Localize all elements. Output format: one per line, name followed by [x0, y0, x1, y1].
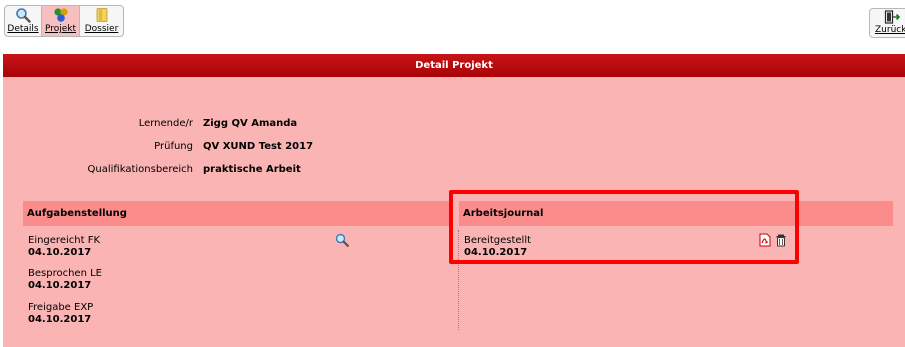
tab-dossier[interactable]: Dossier — [80, 5, 124, 37]
field-row: Qualifikationsbereich praktische Arbeit — [3, 164, 301, 180]
field-key: Lernende/r — [138, 118, 193, 129]
list-item: Eingereicht FK 04.10.2017 — [28, 235, 100, 259]
tab-details-label: Details — [7, 24, 39, 34]
list-item: Freigabe EXP 04.10.2017 — [28, 302, 93, 326]
item-date: 04.10.2017 — [28, 280, 92, 291]
exit-icon — [884, 10, 900, 24]
field-value: praktische Arbeit — [203, 164, 301, 175]
back-label: Zurück — [875, 25, 905, 35]
field-key: Qualifikationsbereich — [87, 164, 193, 175]
field-row: Lernende/r Zigg QV Amanda — [3, 118, 297, 134]
field-value: QV XUND Test 2017 — [203, 141, 314, 152]
detail-panel: Detail Projekt Lernende/r Zigg QV Amanda… — [3, 54, 905, 347]
aufgabenstellung-header: Aufgabenstellung — [23, 201, 451, 226]
magnifier-icon — [16, 8, 31, 23]
item-label: Eingereicht FK — [28, 235, 101, 246]
field-value: Zigg QV Amanda — [203, 118, 298, 129]
project-icon — [53, 8, 68, 22]
highlight-box — [449, 190, 799, 264]
item-label: Freigabe EXP — [28, 302, 94, 313]
list-item: Besprochen LE 04.10.2017 — [28, 268, 102, 292]
toolbar: Details Projekt Dossier — [4, 5, 124, 37]
item-date: 04.10.2017 — [28, 247, 92, 258]
item-label: Besprochen LE — [28, 268, 102, 279]
tab-projekt[interactable]: Projekt — [42, 5, 80, 37]
item-date: 04.10.2017 — [28, 314, 92, 325]
tab-dossier-label: Dossier — [84, 24, 119, 34]
back-button[interactable]: Zurück — [869, 8, 905, 38]
magnifier-icon[interactable] — [335, 233, 349, 247]
field-row: Prüfung QV XUND Test 2017 — [3, 141, 313, 157]
tab-details[interactable]: Details — [4, 5, 42, 37]
panel-title: Detail Projekt — [3, 54, 905, 77]
tab-projekt-label: Projekt — [44, 24, 77, 34]
folder-icon — [96, 8, 107, 22]
field-key: Prüfung — [154, 141, 193, 152]
